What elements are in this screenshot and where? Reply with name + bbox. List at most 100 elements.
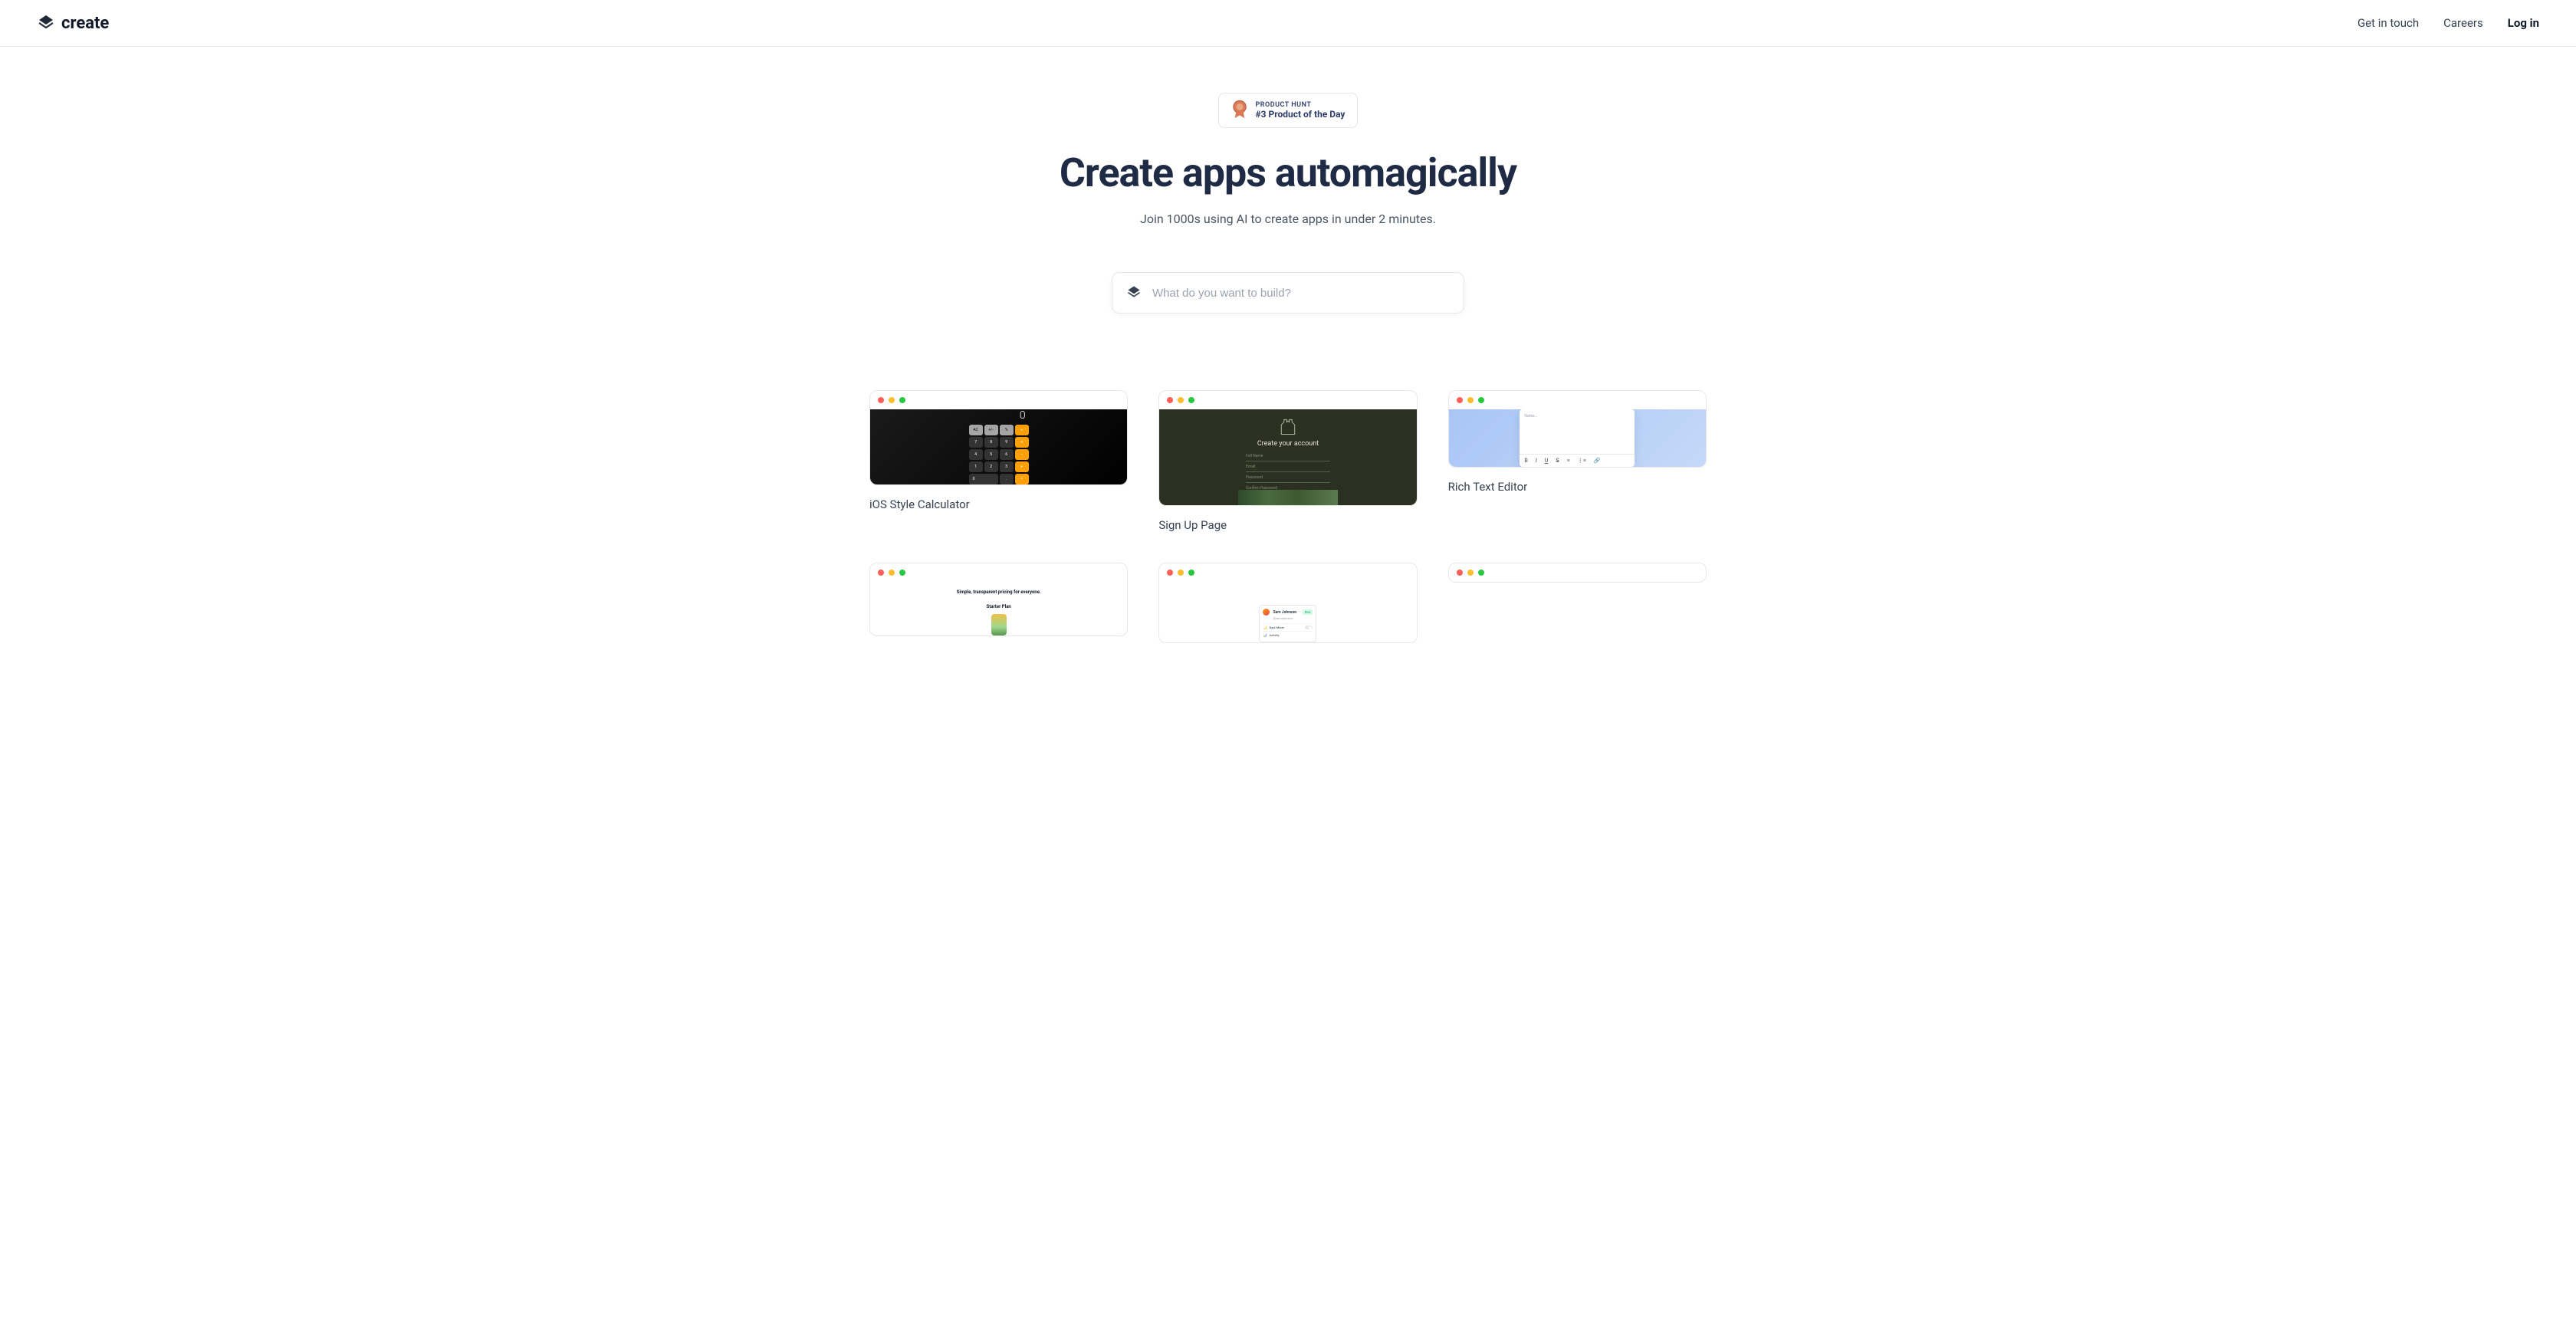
signup-field: Email xyxy=(1246,465,1330,472)
calc-key: 9 xyxy=(1000,437,1014,448)
calc-key: − xyxy=(1015,449,1029,460)
traffic-light-min-icon xyxy=(889,397,895,403)
badge-text: PRODUCT HUNT #3 Product of the Day xyxy=(1256,101,1346,120)
preview-window: Create your account Full Name Email Pass… xyxy=(1158,390,1417,506)
preview-window: Sam Johnson PRO @samjohnson 🌙 Dark Mode … xyxy=(1158,563,1417,643)
preview-body: Simple, transparent pricing for everyone… xyxy=(870,582,1127,635)
examples-grid: 0 AC +/- % ÷ 7 8 9 × 4 5 6 − 1 xyxy=(851,390,1725,643)
preview-window: Pizza Anon xyxy=(1448,563,1707,583)
example-title: Sign Up Page xyxy=(1158,518,1417,532)
setting-label: Dark Mode xyxy=(1269,626,1305,629)
activity-icon: 📊 xyxy=(1263,633,1267,637)
forest-image xyxy=(1238,490,1338,505)
preview-body: Create your account Full Name Email Pass… xyxy=(1159,409,1416,505)
calc-key: % xyxy=(1000,425,1014,435)
calc-key: 1 xyxy=(969,461,983,472)
signup-title: Create your account xyxy=(1257,440,1319,448)
example-title: Rich Text Editor xyxy=(1448,480,1707,494)
editor-card: Notes... B I U S ≡ ⋮≡ 🔗 xyxy=(1520,409,1635,467)
window-titlebar xyxy=(1159,391,1416,409)
calc-key: + xyxy=(1015,461,1029,472)
preview-window: Notes... B I U S ≡ ⋮≡ 🔗 xyxy=(1448,390,1707,468)
hero-title: Create apps automagically xyxy=(885,149,1691,196)
nav-careers[interactable]: Careers xyxy=(2443,16,2483,30)
hero-subtitle: Join 1000s using AI to create apps in un… xyxy=(885,212,1691,226)
link-icon: 🔗 xyxy=(1594,458,1601,464)
calc-display: 0 xyxy=(969,409,1029,425)
logo-text: create xyxy=(61,14,109,33)
example-rte[interactable]: Notes... B I U S ≡ ⋮≡ 🔗 Rich Text Editor xyxy=(1448,390,1707,532)
medal-icon xyxy=(1231,100,1248,121)
badge-source: PRODUCT HUNT xyxy=(1256,101,1346,109)
preview-body: 0 AC +/- % ÷ 7 8 9 × 4 5 6 − 1 xyxy=(870,409,1127,484)
example-weather[interactable]: Pizza Anon xyxy=(1448,563,1707,643)
signup-field: Password xyxy=(1246,475,1330,483)
calc-key: 7 xyxy=(969,437,983,448)
site-header: create Get in touch Careers Log in xyxy=(0,0,2576,47)
example-title: iOS Style Calculator xyxy=(869,497,1128,511)
castle-icon xyxy=(1277,415,1299,437)
window-titlebar xyxy=(1449,563,1706,582)
calc-keypad: AC +/- % ÷ 7 8 9 × 4 5 6 − 1 2 3 xyxy=(969,425,1029,484)
strike-icon: S xyxy=(1556,458,1559,464)
traffic-light-max-icon xyxy=(1188,397,1194,403)
preview-window: Simple, transparent pricing for everyone… xyxy=(869,563,1128,636)
top-nav: Get in touch Careers Log in xyxy=(2358,16,2539,30)
prompt-box[interactable] xyxy=(1112,272,1464,314)
product-hunt-badge[interactable]: PRODUCT HUNT #3 Product of the Day xyxy=(1218,93,1359,128)
calc-key: 3 xyxy=(1000,461,1014,472)
traffic-light-min-icon xyxy=(889,570,895,576)
traffic-light-close-icon xyxy=(878,397,884,403)
profile-handle: @samjohnson xyxy=(1273,616,1313,620)
traffic-light-max-icon xyxy=(899,397,905,403)
editor-toolbar: B I U S ≡ ⋮≡ 🔗 xyxy=(1520,454,1635,467)
prompt-icon xyxy=(1126,284,1142,302)
bold-icon: B xyxy=(1524,458,1527,464)
calc-key: 5 xyxy=(984,449,998,460)
traffic-light-close-icon xyxy=(1457,570,1463,576)
signup-field: Full Name xyxy=(1246,454,1330,461)
calc-key: 8 xyxy=(984,437,998,448)
preview-body: Notes... B I U S ≡ ⋮≡ 🔗 xyxy=(1449,409,1706,467)
calc-key: = xyxy=(1015,474,1029,484)
traffic-light-max-icon xyxy=(1188,570,1194,576)
calc-key: ÷ xyxy=(1015,425,1029,435)
traffic-light-max-icon xyxy=(1478,397,1484,403)
logo-icon xyxy=(37,12,55,34)
example-signup[interactable]: Create your account Full Name Email Pass… xyxy=(1158,390,1417,532)
hero-section: PRODUCT HUNT #3 Product of the Day Creat… xyxy=(866,47,1710,344)
traffic-light-min-icon xyxy=(1467,397,1474,403)
setting-label: Activity xyxy=(1269,633,1313,637)
profile-name: Sam Johnson xyxy=(1273,610,1299,615)
example-calculator[interactable]: 0 AC +/- % ÷ 7 8 9 × 4 5 6 − 1 xyxy=(869,390,1128,532)
avatar-icon xyxy=(1263,609,1270,616)
window-titlebar xyxy=(1159,563,1416,582)
calc-key: . xyxy=(1000,474,1014,484)
window-titlebar xyxy=(870,391,1127,409)
example-profile[interactable]: Sam Johnson PRO @samjohnson 🌙 Dark Mode … xyxy=(1158,563,1417,643)
logo[interactable]: create xyxy=(37,12,109,34)
nav-contact[interactable]: Get in touch xyxy=(2358,16,2419,30)
pricing-plan: Starter Plan xyxy=(987,604,1011,609)
prompt-input[interactable] xyxy=(1152,287,1450,300)
nav-login[interactable]: Log in xyxy=(2508,16,2539,30)
calc-key: 2 xyxy=(984,461,998,472)
italic-icon: I xyxy=(1536,458,1537,464)
calc-key: × xyxy=(1015,437,1029,448)
window-titlebar xyxy=(1449,391,1706,409)
example-pricing[interactable]: Simple, transparent pricing for everyone… xyxy=(869,563,1128,643)
calculator: 0 AC +/- % ÷ 7 8 9 × 4 5 6 − 1 xyxy=(969,409,1029,484)
traffic-light-min-icon xyxy=(1178,570,1184,576)
list-icon: ≡ xyxy=(1567,458,1570,464)
window-titlebar xyxy=(870,563,1127,582)
traffic-light-close-icon xyxy=(1167,397,1173,403)
calc-key: +/- xyxy=(984,425,998,435)
calc-key: 4 xyxy=(969,449,983,460)
numbered-list-icon: ⋮≡ xyxy=(1578,458,1586,464)
calc-key: AC xyxy=(969,425,983,435)
traffic-light-close-icon xyxy=(878,570,884,576)
preview-body: Sam Johnson PRO @samjohnson 🌙 Dark Mode … xyxy=(1159,582,1416,642)
moon-icon: 🌙 xyxy=(1263,626,1267,629)
badge-rank: #3 Product of the Day xyxy=(1256,109,1346,120)
profile-card: Sam Johnson PRO @samjohnson 🌙 Dark Mode … xyxy=(1259,605,1316,642)
